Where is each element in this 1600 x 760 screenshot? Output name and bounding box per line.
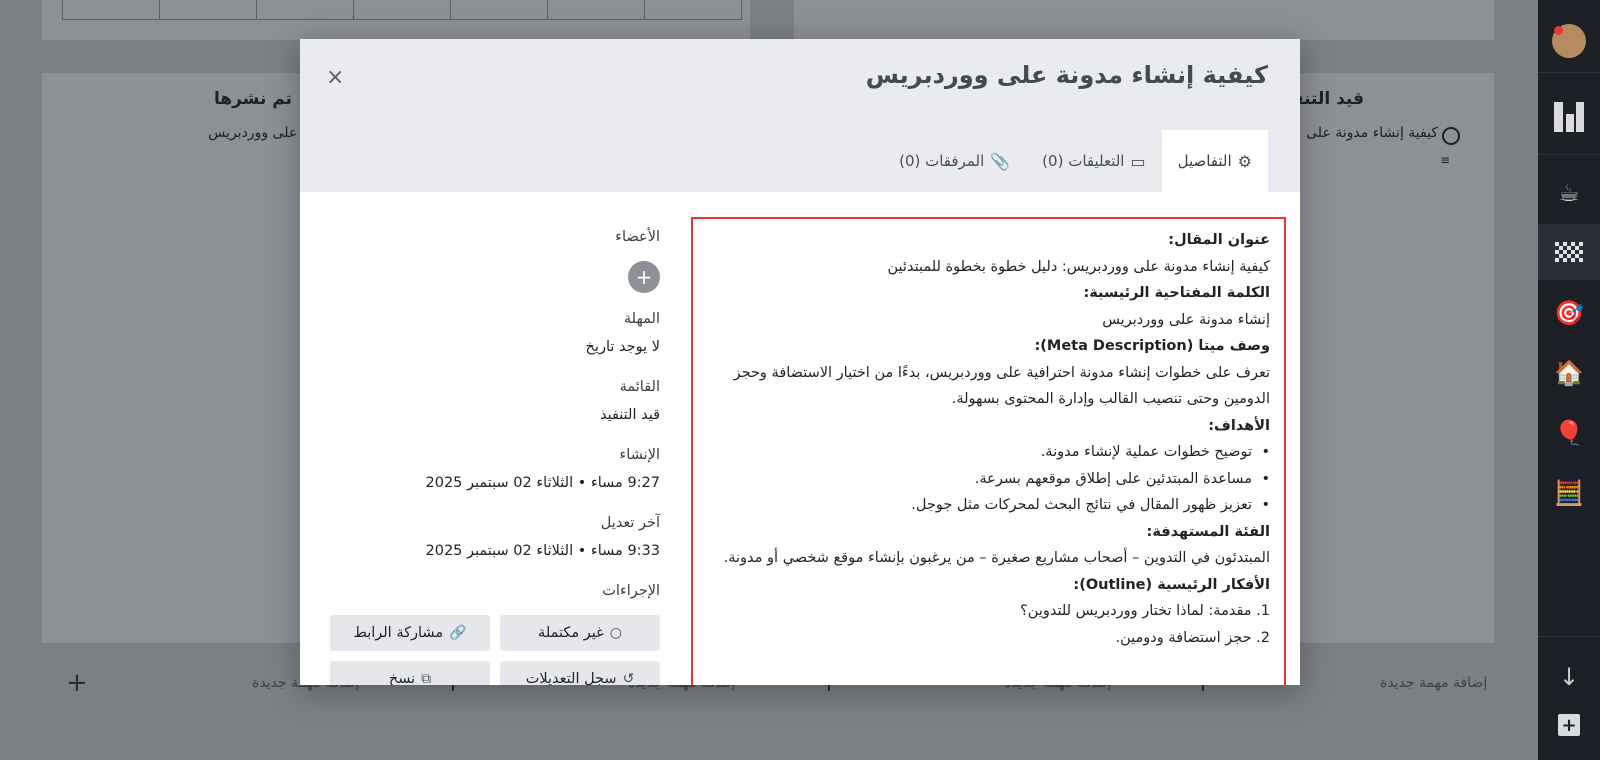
article-title: كيفية إنشاء مدونة على ووردبريس: دليل خطو… — [887, 258, 1270, 275]
comment-icon: ▭ — [1130, 151, 1146, 171]
modal-title: كيفية إنشاء مدونة على ووردبريس — [865, 61, 1268, 89]
house-icon[interactable]: 🏠 — [1552, 356, 1586, 390]
task-details-modal: كيفية إنشاء مدونة على ووردبريس × ⚙ التفا… — [300, 39, 1300, 685]
copy-button[interactable]: ⧉ نسخ — [330, 661, 490, 685]
list-item: تعزيز ظهور المقال في نتائج البحث لمحركات… — [707, 492, 1270, 519]
tab-comments[interactable]: ▭ التعليقات (0) — [1026, 130, 1161, 192]
calculator-import-icon[interactable]: 🧮 — [1552, 476, 1586, 510]
add-task-label[interactable]: إضافة مهمة جديدة — [1380, 675, 1487, 691]
tab-label: التعليقات (0) — [1042, 152, 1125, 170]
arrow-down-icon[interactable]: ↓ — [1552, 660, 1586, 694]
card-checkbox-icon[interactable] — [1442, 127, 1460, 145]
list-item: توضيح خطوات عملية لإنشاء مدونة. — [707, 439, 1270, 466]
list-item: مساعدة المبتدئين على إطلاق موقعهم بسرعة. — [707, 466, 1270, 493]
coffee-icon[interactable]: ☕ — [1552, 176, 1586, 210]
paperclip-icon: 📎 — [990, 151, 1011, 171]
action-label: سجل التعديلات — [525, 671, 617, 685]
modal-header: كيفية إنشاء مدونة على ووردبريس × ⚙ التفا… — [300, 39, 1300, 192]
balloon-icon[interactable]: 🎈 — [1552, 416, 1586, 450]
actions-label: الإجراءات — [602, 583, 660, 599]
mark-incomplete-button[interactable]: ○ غير مكتملة — [500, 615, 660, 651]
modified-value: 9:33 مساء • الثلاثاء 02 سبتمبر 2025 — [425, 543, 661, 559]
board-top-strip-right — [794, 0, 1494, 40]
tab-label: التفاصيل — [1177, 152, 1232, 170]
share-link-button[interactable]: 🔗 مشاركة الرابط — [330, 615, 490, 651]
goals-label: الأهداف: — [1208, 417, 1270, 434]
audience: المبتدئون في التدوين – أصحاب مشاريع صغير… — [723, 550, 1270, 566]
outline-item: 1. مقدمة: لماذا تختار ووردبريس للتدوين؟ — [1020, 603, 1270, 619]
task-meta: الأعضاء + المهلة لا يوجد تاريخ القائمة ق… — [330, 229, 660, 685]
audience-label: الفئة المستهدفة: — [1146, 523, 1270, 540]
tab-details[interactable]: ⚙ التفاصيل — [1161, 130, 1268, 192]
list-value: قيد التنفيذ — [599, 407, 660, 423]
close-icon[interactable]: × — [326, 65, 344, 90]
history-icon: ↺ — [622, 671, 635, 685]
deadline-label: المهلة — [623, 311, 660, 327]
created-label: الإنشاء — [619, 447, 660, 463]
members-label: الأعضاء — [615, 229, 660, 245]
action-label: غير مكتملة — [538, 625, 604, 641]
action-label: مشاركة الرابط — [353, 625, 444, 641]
circle-icon: ○ — [609, 625, 622, 641]
target-icon[interactable]: 🎯 — [1552, 296, 1586, 330]
card-title[interactable]: كيفية إنشاء مدونة على — [1306, 125, 1438, 141]
keyword-label: الكلمة المفتاحية الرئيسية: — [1083, 285, 1270, 301]
modal-tabs: ⚙ التفاصيل ▭ التعليقات (0) 📎 المرفقات (0… — [883, 130, 1268, 192]
actions-grid: ○ غير مكتملة 🔗 مشاركة الرابط ↺ سجل التعد… — [330, 615, 660, 685]
keyword: إنشاء مدونة على ووردبريس — [1102, 311, 1270, 328]
add-member-button[interactable]: + — [628, 261, 660, 293]
meta-description-label: وصف ميتا (Meta Description): — [1034, 338, 1270, 354]
modified-label: آخر تعديل — [600, 515, 660, 531]
column-title: تم نشرها — [213, 89, 292, 109]
gear-icon: ⚙ — [1237, 151, 1252, 171]
created-value: 9:27 مساء • الثلاثاء 02 سبتمبر 2025 — [425, 475, 661, 491]
deadline-value[interactable]: لا يوجد تاريخ — [330, 339, 660, 361]
copy-icon: ⧉ — [421, 671, 432, 685]
add-board-icon[interactable]: + — [1552, 708, 1586, 742]
task-description[interactable]: عنوان المقال: كيفية إنشاء مدونة على وورد… — [691, 217, 1286, 685]
checkered-flag-icon[interactable] — [1552, 235, 1586, 269]
description-icon: ≡ — [1439, 153, 1450, 167]
meta-description: تعرف على خطوات إنشاء مدونة احترافية على … — [733, 364, 1270, 408]
article-title-label: عنوان المقال: — [1168, 232, 1270, 248]
outline-label: الأفكار الرئيسية (Outline): — [1073, 576, 1270, 593]
tab-attachments[interactable]: 📎 المرفقات (0) — [883, 130, 1026, 192]
add-task-plus-icon[interactable]: + — [66, 668, 88, 698]
user-avatar[interactable] — [1552, 24, 1586, 58]
link-icon: 🔗 — [449, 625, 467, 641]
history-button[interactable]: ↺ سجل التعديلات — [500, 661, 660, 685]
outline-item: 2. حجز استضافة ودومين. — [1115, 629, 1271, 646]
logo-icon[interactable] — [1552, 100, 1586, 134]
board-grid-strip — [62, 0, 742, 20]
tab-label: المرفقات (0) — [899, 152, 985, 170]
app-sidebar: ☕ 🎯 🏠 🎈 🧮 ↓ + — [1538, 0, 1600, 760]
action-label: نسخ — [388, 671, 416, 685]
list-label: القائمة — [619, 379, 660, 395]
goals-list: توضيح خطوات عملية لإنشاء مدونة. مساعدة ا… — [707, 439, 1270, 519]
